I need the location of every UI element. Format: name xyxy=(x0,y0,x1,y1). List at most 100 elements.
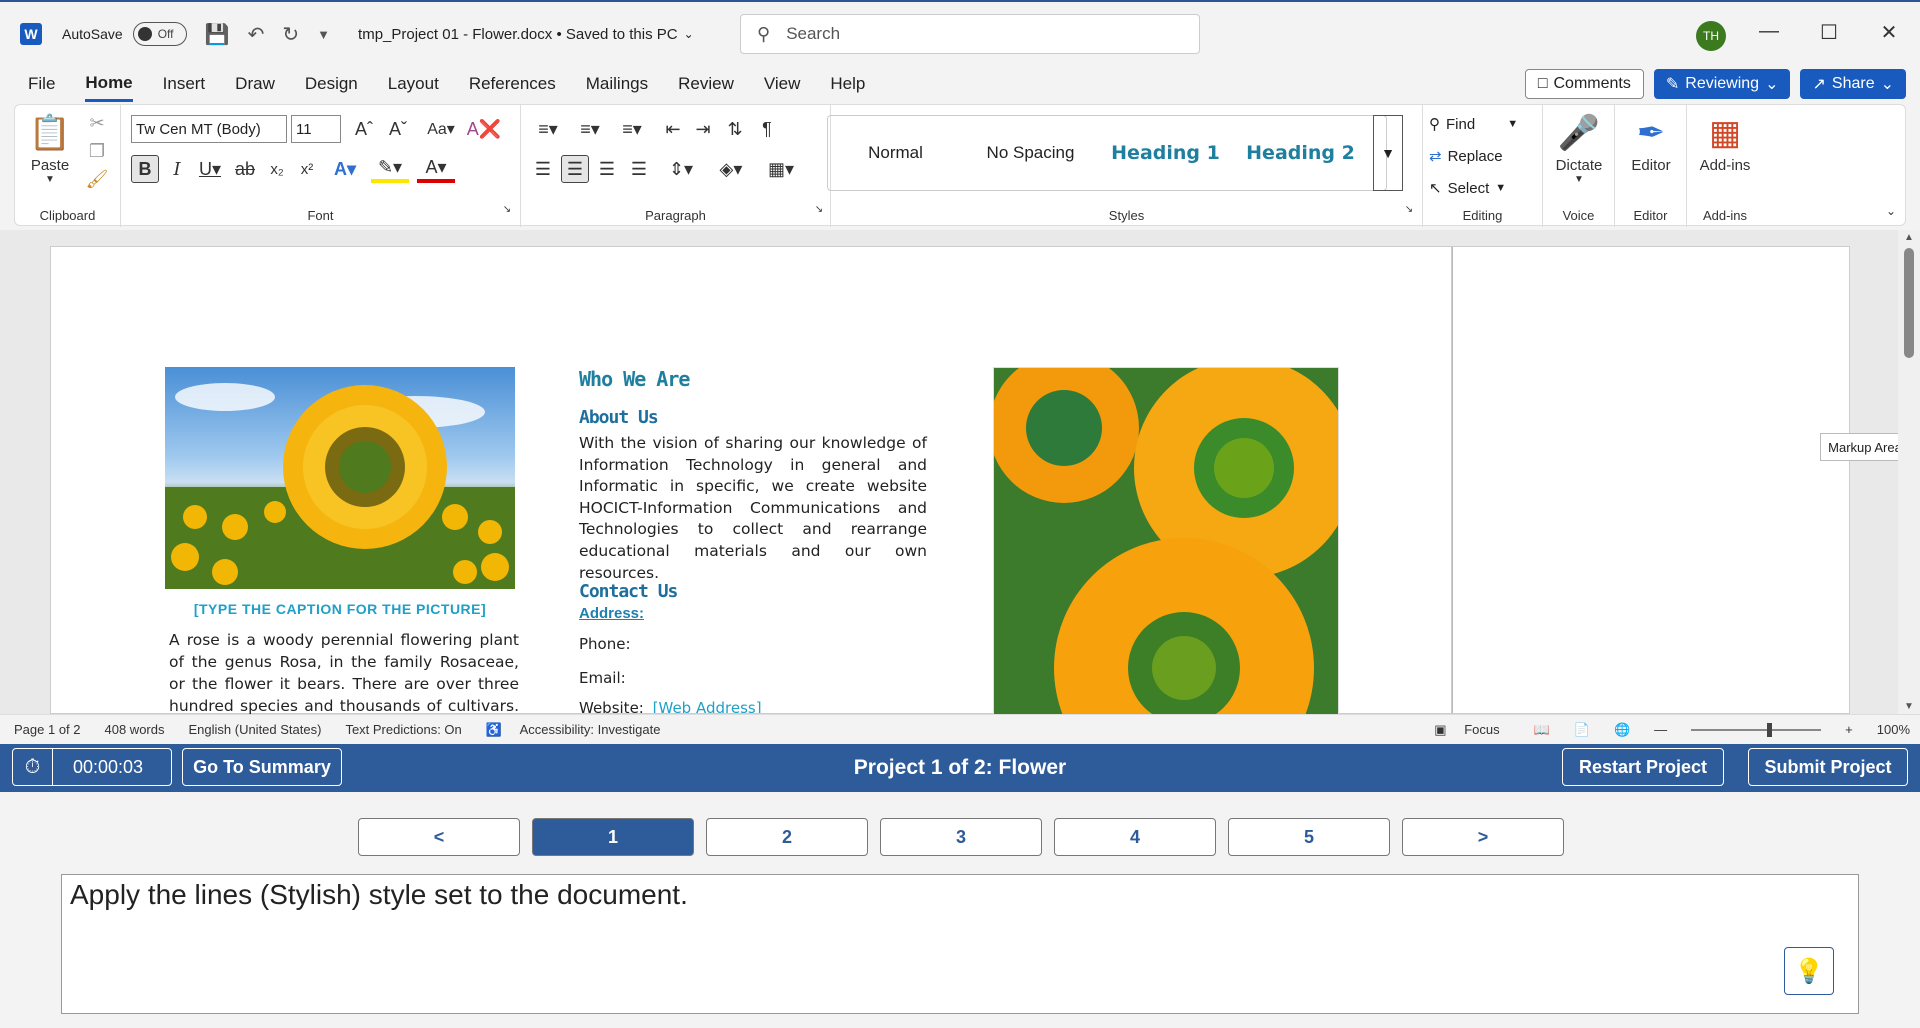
tab-design[interactable]: Design xyxy=(305,68,358,100)
tab-help[interactable]: Help xyxy=(830,68,865,100)
style-heading-2[interactable]: Heading 2 xyxy=(1233,142,1368,164)
font-size-select[interactable]: 11 xyxy=(291,115,341,143)
addins-button[interactable]: ▦ Add-ins xyxy=(1691,109,1759,174)
task-page-2[interactable]: 2 xyxy=(706,818,868,856)
strikethrough-icon[interactable]: ab xyxy=(231,155,259,183)
font-color-icon[interactable]: A▾ xyxy=(417,155,455,183)
read-mode-icon[interactable]: 📖 xyxy=(1534,722,1550,738)
language[interactable]: English (United States) xyxy=(188,722,321,737)
styles-more-icon[interactable]: ▼ xyxy=(1373,115,1403,191)
sort-icon[interactable]: ⇅ xyxy=(721,115,749,143)
paste-button[interactable]: 📋 Paste ▼ xyxy=(25,109,75,185)
zoom-in-icon[interactable]: + xyxy=(1845,722,1853,737)
grow-font-icon[interactable]: Aˆ xyxy=(349,115,379,143)
avatar[interactable]: TH xyxy=(1696,21,1726,51)
cut-icon[interactable]: ✂ xyxy=(85,111,109,135)
text-predictions[interactable]: Text Predictions: On xyxy=(345,722,461,737)
scroll-thumb[interactable] xyxy=(1904,248,1914,358)
picture-caption[interactable]: [TYPE THE CAPTION FOR THE PICTURE] xyxy=(165,601,515,617)
text-effects-icon[interactable]: A▾ xyxy=(327,155,363,183)
bold-icon[interactable]: B xyxy=(131,155,159,183)
print-layout-icon[interactable]: 📄 xyxy=(1574,722,1590,738)
scroll-up-icon[interactable]: ▲ xyxy=(1898,232,1920,243)
task-page-5[interactable]: 5 xyxy=(1228,818,1390,856)
prev-page-button[interactable]: < xyxy=(358,818,520,856)
autosave-toggle[interactable]: Off xyxy=(132,22,187,46)
tab-layout[interactable]: Layout xyxy=(388,68,439,100)
close-icon[interactable]: ✕ xyxy=(1874,20,1904,45)
comments-button[interactable]: □ Comments xyxy=(1524,69,1644,99)
accessibility-status[interactable]: ♿ Accessibility: Investigate xyxy=(486,722,671,738)
markup-area[interactable] xyxy=(1452,246,1850,714)
align-right-icon[interactable]: ☰ xyxy=(593,155,621,183)
italic-icon[interactable]: I xyxy=(163,155,191,183)
style-normal[interactable]: Normal xyxy=(828,143,963,163)
sunflower-field-image[interactable] xyxy=(165,367,515,589)
heading-who-we-are[interactable]: Who We Are xyxy=(579,367,690,391)
phone-label[interactable]: Phone: xyxy=(579,635,631,653)
zoom-level[interactable]: 100% xyxy=(1877,722,1910,737)
borders-icon[interactable]: ▦▾ xyxy=(761,155,801,183)
tab-review[interactable]: Review xyxy=(678,68,734,100)
tab-mailings[interactable]: Mailings xyxy=(586,68,648,100)
zoom-out-icon[interactable]: — xyxy=(1654,722,1667,737)
tab-references[interactable]: References xyxy=(469,68,556,100)
zoom-slider-thumb[interactable] xyxy=(1767,722,1773,737)
bullets-icon[interactable]: ≡▾ xyxy=(529,115,567,143)
heading-about-us[interactable]: About Us xyxy=(579,407,659,428)
undo-icon[interactable]: ↶ xyxy=(248,22,265,47)
share-button[interactable]: ↗ Share ⌄ xyxy=(1800,69,1906,99)
multilevel-list-icon[interactable]: ≡▾ xyxy=(613,115,651,143)
website-line[interactable]: Website: [Web Address] xyxy=(579,699,762,713)
subscript-icon[interactable]: x₂ xyxy=(263,155,291,183)
change-case-icon[interactable]: Aa▾ xyxy=(421,115,461,143)
line-spacing-icon[interactable]: ⇕▾ xyxy=(661,155,701,183)
editor-button[interactable]: ✒ Editor xyxy=(1619,109,1683,174)
customize-toolbar-icon[interactable]: ▼ xyxy=(317,27,330,42)
shrink-font-icon[interactable]: Aˇ xyxy=(383,115,413,143)
superscript-icon[interactable]: x² xyxy=(293,155,321,183)
document-page[interactable]: [TYPE THE CAPTION FOR THE PICTURE] A ros… xyxy=(50,246,1452,737)
next-page-button[interactable]: > xyxy=(1402,818,1564,856)
page-count[interactable]: Page 1 of 2 xyxy=(14,722,81,737)
timer[interactable]: ⏱ 00:00:03 xyxy=(12,748,172,786)
replace-button[interactable]: ⇄ Replace xyxy=(1429,147,1503,166)
task-page-4[interactable]: 4 xyxy=(1054,818,1216,856)
tab-home[interactable]: Home xyxy=(85,67,133,102)
address-link[interactable]: Address: xyxy=(579,605,644,622)
style-heading-1[interactable]: Heading 1 xyxy=(1098,142,1233,164)
scroll-down-icon[interactable]: ▼ xyxy=(1898,701,1920,712)
shading-icon[interactable]: ◈▾ xyxy=(711,155,751,183)
heading-contact-us[interactable]: Contact Us xyxy=(579,581,678,602)
search-box[interactable]: ⚲ Search xyxy=(740,14,1200,54)
font-name-select[interactable]: Tw Cen MT (Body) xyxy=(131,115,287,143)
chevron-down-icon[interactable]: ⌄ xyxy=(684,27,694,41)
dictate-button[interactable]: 🎤 Dictate ▼ xyxy=(1547,109,1611,185)
vertical-scrollbar[interactable]: ▲ ▼ xyxy=(1898,230,1920,714)
select-button[interactable]: ↖ Select ▼ xyxy=(1429,179,1506,198)
maximize-icon[interactable]: ☐ xyxy=(1814,20,1844,45)
reviewing-button[interactable]: ✎ Reviewing ⌄ xyxy=(1653,69,1791,99)
sunflower-closeup-image[interactable] xyxy=(993,367,1339,715)
document-title[interactable]: tmp_Project 01 - Flower.docx • Saved to … xyxy=(358,26,678,43)
format-painter-icon[interactable]: 🖌 xyxy=(85,167,109,191)
hint-lightbulb-icon[interactable]: 💡 xyxy=(1784,947,1834,995)
styles-dialog-launcher-icon[interactable]: ↘ xyxy=(1401,201,1417,217)
about-us-paragraph[interactable]: With the vision of sharing our knowledge… xyxy=(579,433,927,584)
increase-indent-icon[interactable]: ⇥ xyxy=(689,115,717,143)
word-count[interactable]: 408 words xyxy=(105,722,165,737)
submit-project-button[interactable]: Submit Project xyxy=(1748,748,1908,786)
highlight-icon[interactable]: ✎▾ xyxy=(371,155,409,183)
focus-mode[interactable]: ▣ Focus xyxy=(1434,722,1509,738)
redo-icon[interactable]: ↻ xyxy=(282,22,299,47)
style-no-spacing[interactable]: No Spacing xyxy=(963,143,1098,163)
go-to-summary-button[interactable]: Go To Summary xyxy=(182,748,342,786)
clear-formatting-icon[interactable]: A❌ xyxy=(467,115,501,143)
email-label[interactable]: Email: xyxy=(579,669,626,687)
web-layout-icon[interactable]: 🌐 xyxy=(1614,722,1630,738)
underline-icon[interactable]: U▾ xyxy=(193,155,227,183)
decrease-indent-icon[interactable]: ⇤ xyxy=(659,115,687,143)
align-center-icon[interactable]: ☰ xyxy=(561,155,589,183)
tab-view[interactable]: View xyxy=(764,68,801,100)
zoom-slider[interactable] xyxy=(1691,722,1822,737)
